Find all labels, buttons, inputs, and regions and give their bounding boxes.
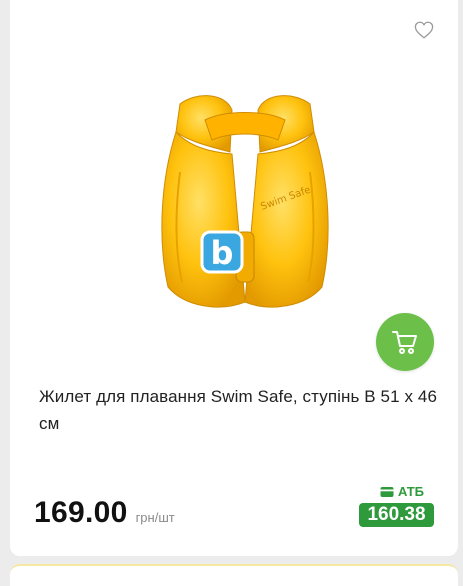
cart-icon <box>392 331 417 354</box>
next-product-card <box>10 564 458 586</box>
card-price: 160.38 <box>359 503 434 527</box>
product-title[interactable]: Жилет для плавання Swim Safe, ступінь B … <box>39 383 439 437</box>
card-price-label-text: АТБ <box>397 484 424 499</box>
product-card[interactable]: Swim Safe b Жилет для плавання Swim Safe… <box>10 0 458 556</box>
vest-badge: b <box>211 234 234 272</box>
product-image: Swim Safe b <box>161 95 329 308</box>
card-price-label: АТБ <box>380 484 424 499</box>
favorite-button[interactable] <box>412 18 436 42</box>
add-to-cart-button[interactable] <box>376 313 434 371</box>
price-unit: грн/шт <box>135 510 175 525</box>
product-price: 169.00 <box>34 496 128 529</box>
wallet-icon <box>380 486 394 497</box>
heart-icon <box>414 21 434 39</box>
price-block: 169.00 грн/шт <box>34 496 175 530</box>
